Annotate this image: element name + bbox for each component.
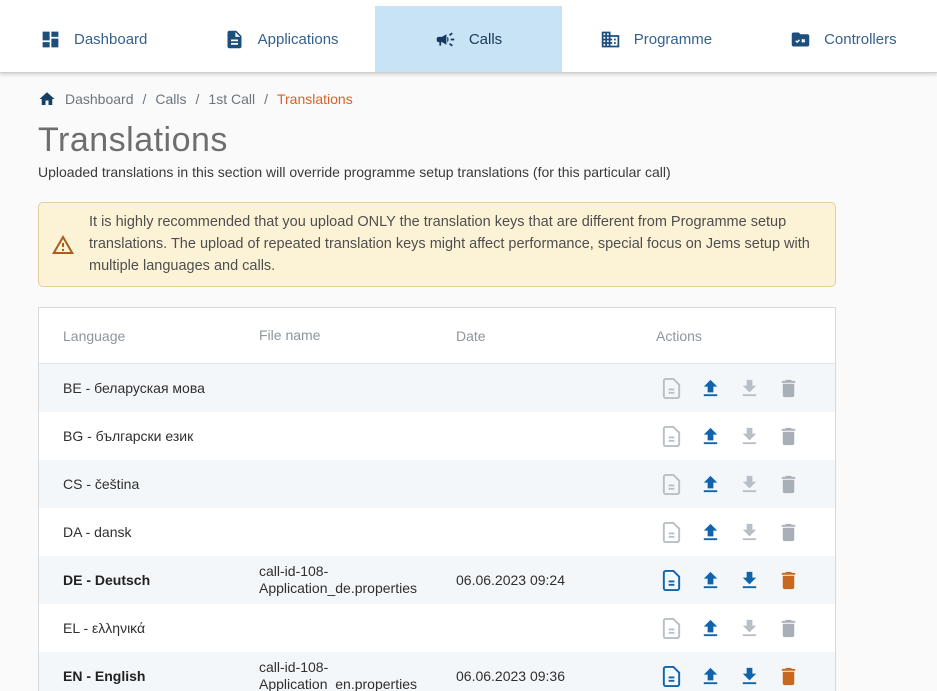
download-button[interactable] [738, 665, 761, 688]
delete-button[interactable] [777, 473, 800, 496]
breadcrumb-1st-call[interactable]: 1st Call [208, 91, 255, 107]
table-row: EN - English call-id-108-Application_en.… [39, 652, 835, 691]
download-button[interactable] [738, 377, 761, 400]
open-file-button[interactable] [660, 425, 683, 448]
table-header: Language File name Date Actions [39, 308, 835, 364]
tab-programme[interactable]: Programme [562, 6, 749, 72]
actions-cell [632, 617, 835, 640]
file-name-cell: call-id-108-Application_de.properties [235, 563, 432, 598]
delete-button[interactable] [777, 569, 800, 592]
language-cell: EL - ελληνικά [39, 620, 235, 636]
download-button[interactable] [738, 425, 761, 448]
tab-applications[interactable]: Applications [187, 6, 374, 72]
tab-dashboard[interactable]: Dashboard [0, 6, 187, 72]
page-subtitle: Uploaded translations in this section wi… [38, 164, 899, 180]
open-file-button[interactable] [660, 377, 683, 400]
actions-cell [632, 665, 835, 688]
actions-cell [632, 521, 835, 544]
open-file-button[interactable] [660, 617, 683, 640]
table-row: EL - ελληνικά [39, 604, 835, 652]
home-icon[interactable] [38, 90, 56, 108]
tab-label: Applications [258, 31, 339, 48]
table-row: DA - dansk [39, 508, 835, 556]
tab-controllers[interactable]: Controllers [750, 6, 937, 72]
actions-cell [632, 377, 835, 400]
upload-button[interactable] [699, 665, 722, 688]
breadcrumb-calls[interactable]: Calls [155, 91, 186, 107]
delete-button[interactable] [777, 377, 800, 400]
upload-button[interactable] [699, 617, 722, 640]
column-header-language: Language [39, 328, 235, 344]
upload-button[interactable] [699, 569, 722, 592]
download-button[interactable] [738, 617, 761, 640]
actions-cell [632, 569, 835, 592]
page-title: Translations [38, 121, 899, 160]
applications-icon [224, 29, 245, 50]
open-file-button[interactable] [660, 473, 683, 496]
download-button[interactable] [738, 569, 761, 592]
controllers-icon [790, 29, 811, 50]
actions-cell [632, 473, 835, 496]
open-file-button[interactable] [660, 521, 683, 544]
language-cell: DA - dansk [39, 524, 235, 540]
warning-banner: It is highly recommended that you upload… [38, 202, 836, 287]
delete-button[interactable] [777, 521, 800, 544]
delete-button[interactable] [777, 617, 800, 640]
translations-table: Language File name Date Actions BE - бел… [38, 307, 836, 691]
date-cell: 06.06.2023 09:36 [432, 668, 632, 684]
warning-icon [51, 233, 75, 257]
language-cell: EN - English [39, 668, 235, 684]
breadcrumb: Dashboard / Calls / 1st Call / Translati… [38, 73, 899, 108]
upload-button[interactable] [699, 377, 722, 400]
language-cell: BG - български език [39, 428, 235, 444]
file-name-cell: call-id-108-Application_en.properties [235, 659, 432, 691]
programme-icon [600, 29, 621, 50]
breadcrumb-translations: Translations [277, 91, 353, 107]
table-row: BG - български език [39, 412, 835, 460]
tab-label: Programme [634, 31, 712, 48]
warning-text: It is highly recommended that you upload… [89, 212, 817, 277]
tab-calls[interactable]: Calls [375, 6, 562, 72]
calls-icon [435, 29, 456, 50]
table-body: BE - беларуская мова BG - български език [39, 364, 835, 691]
table-row: BE - беларуская мова [39, 364, 835, 412]
column-header-date: Date [432, 328, 632, 344]
language-cell: CS - čeština [39, 476, 235, 492]
table-row: DE - Deutsch call-id-108-Application_de.… [39, 556, 835, 604]
breadcrumb-separator: / [143, 91, 147, 107]
language-cell: BE - беларуская мова [39, 380, 235, 396]
tab-label: Dashboard [74, 31, 147, 48]
breadcrumb-dashboard[interactable]: Dashboard [65, 91, 134, 107]
column-header-actions: Actions [632, 328, 835, 344]
delete-button[interactable] [777, 665, 800, 688]
download-button[interactable] [738, 473, 761, 496]
breadcrumb-separator: / [196, 91, 200, 107]
download-button[interactable] [738, 521, 761, 544]
upload-button[interactable] [699, 425, 722, 448]
breadcrumb-separator: / [264, 91, 268, 107]
open-file-button[interactable] [660, 569, 683, 592]
upload-button[interactable] [699, 521, 722, 544]
actions-cell [632, 425, 835, 448]
date-cell: 06.06.2023 09:24 [432, 572, 632, 588]
table-row: CS - čeština [39, 460, 835, 508]
open-file-button[interactable] [660, 665, 683, 688]
dashboard-icon [40, 29, 61, 50]
column-header-file-name: File name [235, 327, 432, 345]
upload-button[interactable] [699, 473, 722, 496]
tab-label: Calls [469, 31, 502, 48]
language-cell: DE - Deutsch [39, 572, 235, 588]
top-nav: Dashboard Applications Calls Programme C… [0, 0, 937, 73]
delete-button[interactable] [777, 425, 800, 448]
tab-label: Controllers [824, 31, 897, 48]
